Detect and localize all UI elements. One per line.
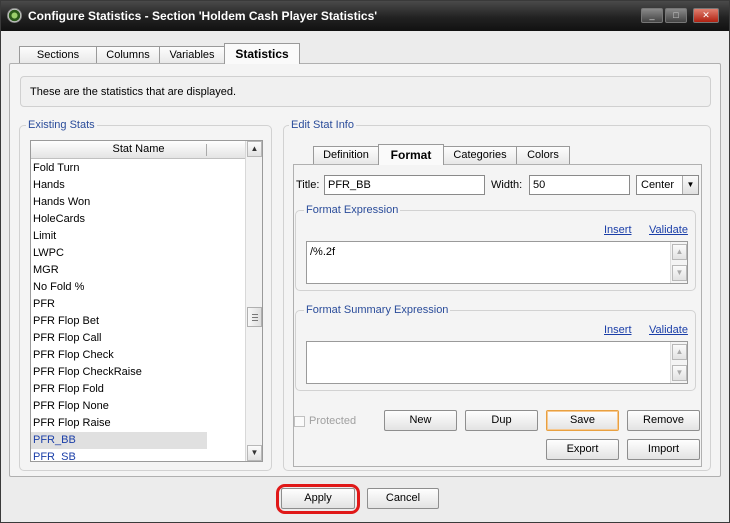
- minimize-button[interactable]: _: [641, 8, 663, 23]
- format-expression-label: Format Expression: [304, 204, 401, 216]
- scroll-up-icon[interactable]: ▲: [672, 344, 687, 360]
- stats-list-items: Fold Turn Hands Hands Won HoleCards Limit LWP…: [31, 160, 246, 461]
- list-item[interactable]: PFR Flop Bet: [31, 313, 246, 330]
- stat-name-column-header[interactable]: Stat Name: [31, 141, 246, 159]
- list-item[interactable]: Fold Turn: [31, 160, 246, 177]
- format-summary-scrollbar[interactable]: ▲ ▼: [670, 342, 687, 383]
- list-item[interactable]: PFR_SB: [31, 449, 246, 461]
- scroll-up-icon[interactable]: ▲: [247, 141, 262, 157]
- list-item[interactable]: Limit: [31, 228, 246, 245]
- list-item[interactable]: PFR Flop None: [31, 398, 246, 415]
- apply-highlight-ring: [276, 484, 360, 514]
- save-button[interactable]: Save: [546, 410, 619, 431]
- format-summary-expression-input[interactable]: ▲ ▼: [306, 341, 688, 384]
- list-item[interactable]: PFR_BB: [31, 432, 207, 449]
- maximize-button[interactable]: □: [665, 8, 687, 23]
- list-item[interactable]: PFR Flop Check: [31, 347, 246, 364]
- list-item[interactable]: PFR Flop Raise: [31, 415, 246, 432]
- tab-colors[interactable]: Colors: [516, 146, 570, 165]
- format-expression-validate-link[interactable]: Validate: [649, 224, 688, 236]
- window-title: Configure Statistics - Section 'Holdem C…: [28, 9, 378, 23]
- info-text: These are the statistics that are displa…: [30, 86, 237, 98]
- existing-stats-label: Existing Stats: [26, 119, 97, 131]
- alignment-select[interactable]: Center ▼: [636, 175, 699, 195]
- list-item[interactable]: Hands: [31, 177, 246, 194]
- tab-categories[interactable]: Categories: [443, 146, 517, 165]
- close-button[interactable]: ✕: [693, 8, 719, 23]
- format-expression-input[interactable]: /%.2f ▲ ▼: [306, 241, 688, 284]
- list-item[interactable]: PFR Flop Call: [31, 330, 246, 347]
- list-item[interactable]: Hands Won: [31, 194, 246, 211]
- scroll-down-icon[interactable]: ▼: [672, 265, 687, 281]
- list-item[interactable]: PFR Flop Fold: [31, 381, 246, 398]
- scroll-thumb[interactable]: [247, 307, 262, 327]
- tab-definition[interactable]: Definition: [313, 146, 379, 165]
- import-button[interactable]: Import: [627, 439, 700, 460]
- title-input[interactable]: PFR_BB: [324, 175, 485, 195]
- tab-statistics[interactable]: Statistics: [224, 43, 300, 64]
- scroll-down-icon[interactable]: ▼: [672, 365, 687, 381]
- stats-list[interactable]: Stat Name Fold Turn Hands Hands Won HoleCar…: [30, 140, 263, 462]
- format-expression-scrollbar[interactable]: ▲ ▼: [670, 242, 687, 283]
- title-bar[interactable]: Configure Statistics - Section 'Holdem C…: [1, 1, 729, 31]
- width-input[interactable]: 50: [529, 175, 630, 195]
- info-box: These are the statistics that are displa…: [20, 76, 711, 107]
- title-label: Title:: [296, 179, 320, 191]
- dup-button[interactable]: Dup: [465, 410, 538, 431]
- edit-stat-info-label: Edit Stat Info: [289, 119, 356, 131]
- format-expression-insert-link[interactable]: Insert: [604, 224, 632, 236]
- remove-button[interactable]: Remove: [627, 410, 700, 431]
- cancel-button[interactable]: Cancel: [367, 488, 439, 509]
- export-button[interactable]: Export: [546, 439, 619, 460]
- column-separator: [206, 144, 207, 156]
- format-summary-validate-link[interactable]: Validate: [649, 324, 688, 336]
- scroll-down-icon[interactable]: ▼: [247, 445, 262, 461]
- configure-statistics-window: Configure Statistics - Section 'Holdem C…: [0, 0, 730, 523]
- new-button[interactable]: New: [384, 410, 457, 431]
- list-item[interactable]: PFR: [31, 296, 246, 313]
- list-item[interactable]: LWPC: [31, 245, 246, 262]
- protected-checkbox[interactable]: [294, 416, 305, 427]
- list-item[interactable]: No Fold %: [31, 279, 246, 296]
- app-icon: [7, 8, 22, 23]
- scroll-up-icon[interactable]: ▲: [672, 244, 687, 260]
- chevron-down-icon[interactable]: ▼: [682, 176, 698, 194]
- list-item[interactable]: HoleCards: [31, 211, 246, 228]
- stats-list-scrollbar[interactable]: ▲ ▼: [245, 141, 262, 461]
- format-summary-expression-label: Format Summary Expression: [304, 304, 451, 316]
- format-summary-insert-link[interactable]: Insert: [604, 324, 632, 336]
- tab-format[interactable]: Format: [378, 144, 444, 165]
- protected-label: Protected: [309, 415, 357, 427]
- list-item[interactable]: PFR Flop CheckRaise: [31, 364, 246, 381]
- width-label: Width:: [491, 179, 523, 191]
- list-item[interactable]: MGR: [31, 262, 246, 279]
